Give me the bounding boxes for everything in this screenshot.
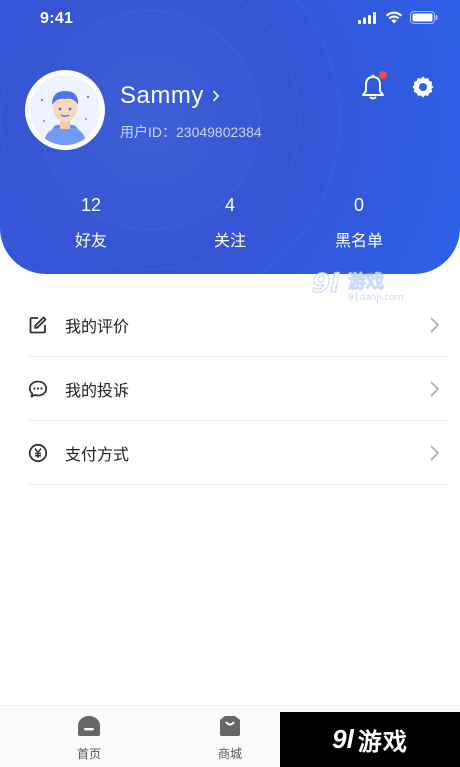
menu-label: 支付方式 bbox=[65, 446, 130, 464]
tab-home[interactable]: 首页 bbox=[49, 714, 129, 762]
chevron-right-icon bbox=[430, 381, 440, 397]
menu-item-payment[interactable]: 支付方式 bbox=[27, 421, 447, 485]
edit-icon bbox=[27, 314, 49, 336]
status-icons bbox=[358, 11, 438, 24]
menu-item-reviews[interactable]: 我的评价 bbox=[27, 293, 447, 357]
notification-dot bbox=[379, 71, 387, 79]
stat-value: 0 bbox=[353, 195, 364, 215]
signal-icon bbox=[358, 11, 376, 24]
svg-text:游戏: 游戏 bbox=[348, 271, 384, 293]
tab-label: 首页 bbox=[76, 747, 101, 761]
stat-label: 关注 bbox=[213, 233, 246, 250]
username-text: Sammy bbox=[120, 82, 204, 109]
chat-icon bbox=[27, 378, 49, 400]
stat-following[interactable]: 4 关注 bbox=[170, 194, 290, 251]
user-id: 用户ID：23049802384 bbox=[120, 124, 262, 140]
stat-friends[interactable]: 12 好友 bbox=[31, 194, 151, 251]
wifi-icon bbox=[385, 11, 403, 24]
menu-label: 我的投诉 bbox=[65, 382, 130, 400]
battery-icon bbox=[410, 11, 438, 24]
status-time: 9:41 bbox=[40, 10, 74, 27]
chevron-right-icon bbox=[212, 90, 219, 102]
watermark-number: 9l bbox=[332, 724, 354, 754]
chevron-right-icon bbox=[430, 317, 440, 333]
stat-value: 12 bbox=[80, 195, 102, 215]
menu-label: 我的评价 bbox=[65, 318, 130, 336]
gear-icon bbox=[412, 76, 434, 98]
username-link[interactable]: Sammy bbox=[120, 82, 220, 110]
avatar-image bbox=[30, 75, 100, 145]
chevron-right-icon bbox=[430, 445, 440, 461]
yuan-icon bbox=[27, 442, 49, 464]
tab-label: 商城 bbox=[217, 747, 242, 761]
notification-button[interactable] bbox=[360, 71, 387, 101]
settings-button[interactable] bbox=[410, 74, 436, 100]
stat-blacklist[interactable]: 0 黑名单 bbox=[299, 194, 419, 251]
shop-icon bbox=[220, 716, 240, 736]
tab-shop[interactable]: 商城 bbox=[190, 714, 270, 762]
home-icon bbox=[78, 716, 100, 736]
menu-item-complaints[interactable]: 我的投诉 bbox=[27, 357, 447, 421]
avatar[interactable] bbox=[25, 70, 105, 150]
user-avatar-icon bbox=[40, 91, 90, 145]
status-bar: 9:41 bbox=[0, 0, 460, 40]
stats-row: 12 好友 4 关注 0 黑名单 bbox=[0, 194, 460, 254]
watermark-badge: 9l 游戏 bbox=[280, 712, 460, 767]
menu-list: 我的评价 我的投诉 支付方式 bbox=[27, 293, 447, 485]
stat-label: 好友 bbox=[74, 233, 107, 250]
watermark-text: 游戏 bbox=[357, 729, 408, 756]
stat-value: 4 bbox=[224, 195, 235, 215]
stat-label: 黑名单 bbox=[334, 233, 383, 250]
